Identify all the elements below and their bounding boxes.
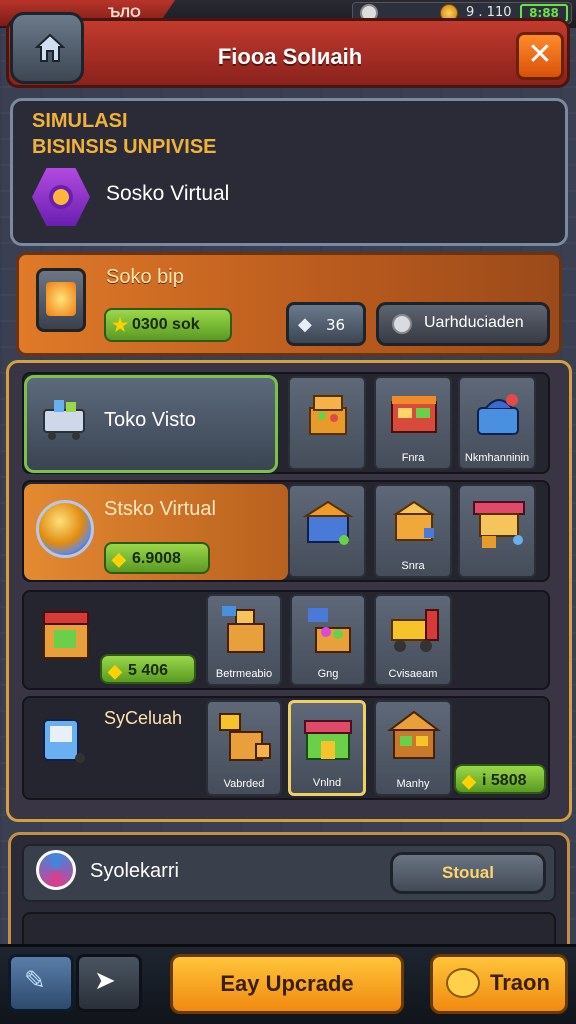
business-card-label: Vabrded xyxy=(223,778,265,790)
gem-icon: ◆ xyxy=(462,771,476,791)
business-card-label: Betrmeabio xyxy=(215,668,273,680)
star-burst-icon xyxy=(446,968,480,998)
business-card-1-2[interactable]: Fnra xyxy=(374,376,452,470)
business-card-label: Fnra xyxy=(401,452,425,464)
gem-icon: ◆ xyxy=(108,661,122,681)
gem-icon: ◆ xyxy=(112,549,126,569)
cart-icon xyxy=(43,400,85,440)
close-button[interactable]: ✕ xyxy=(516,32,564,80)
upgrade-label: Uarhduciaden xyxy=(424,314,524,331)
row4-coins-value: i 5808 xyxy=(482,772,527,789)
green-shop-icon xyxy=(304,720,352,760)
crate-icon xyxy=(309,395,347,435)
business-card-2-1[interactable] xyxy=(288,484,366,578)
virtual-coins-value: 6.9008 xyxy=(132,550,181,567)
feature-label-sy: SyCeluah xyxy=(104,708,183,728)
hexagon-core xyxy=(49,185,73,209)
easy-upgrade-button[interactable]: Eay Upcrade xyxy=(170,954,404,1014)
row3-coins-value: 5 406 xyxy=(128,662,169,679)
box-shop-icon xyxy=(392,500,436,541)
hammer-icon: ✎ xyxy=(24,966,46,996)
star-icon: ★ xyxy=(112,315,129,335)
business-card-label: Vnlnd xyxy=(312,777,342,789)
blue-shop-icon xyxy=(302,500,354,545)
business-card-label: Nkmhanninin xyxy=(464,452,530,464)
stacked-boxes-icon xyxy=(219,713,271,761)
intro-heading-line1: SIMULASI xyxy=(32,110,128,132)
intro-business-name: Sosko Virtual xyxy=(106,182,230,205)
business-card-4-1[interactable]: Vabrded xyxy=(206,700,282,796)
market-stall-icon xyxy=(391,396,437,433)
business-card-4-2[interactable]: Vnlnd xyxy=(288,700,366,796)
machine-icon xyxy=(477,394,519,435)
home-icon xyxy=(35,33,65,62)
business-card-2-3[interactable] xyxy=(458,484,536,578)
business-card-label: Snra xyxy=(401,560,425,572)
business-card-4-3[interactable]: Manhy xyxy=(374,700,452,796)
page-title: Fіооа Sоlиаіh xyxy=(217,44,363,69)
swirl-icon xyxy=(36,850,76,890)
row4-coins-badge: ◆ i 5808 xyxy=(454,764,546,794)
flag-crate-icon xyxy=(308,608,351,653)
upgrade-icon xyxy=(392,314,412,334)
atm-icon xyxy=(43,719,85,763)
business-card-label: Manhy xyxy=(396,778,430,790)
shop-coins-badge: ★ 0300 sok xyxy=(104,308,232,342)
bottom-action-button[interactable]: Stoual xyxy=(390,852,546,894)
arrow-icon: ➤ xyxy=(94,966,116,996)
row3-coins-badge: ◆ 5 406 xyxy=(100,654,196,684)
business-card-3-2[interactable]: Gng xyxy=(290,594,366,686)
business-card-3-1[interactable]: Betrmeabio xyxy=(206,594,282,686)
red-shop-icon xyxy=(43,611,89,659)
gem-icon: ◆ xyxy=(298,314,312,335)
business-card-3-3[interactable]: Cvisaeam xyxy=(374,594,452,686)
feature-label-virtual: Stsko Virtual xyxy=(104,498,216,520)
shop-name: Soko bip xyxy=(106,266,184,288)
orb-icon xyxy=(36,500,94,558)
shop-coins-value: 0300 sok xyxy=(132,316,200,333)
bottom-label: Syolekarri xyxy=(90,860,179,882)
gem-value: 36 xyxy=(326,316,346,334)
intro-heading-line2: BISINSIS UNPIVISE xyxy=(32,136,217,158)
vending-machine-screen xyxy=(46,282,76,316)
awning-stall-icon xyxy=(473,501,525,548)
boxes-icon xyxy=(222,606,265,653)
business-card-label: Gng xyxy=(317,668,339,680)
business-card-1-3[interactable]: Nkmhanninin xyxy=(458,376,536,470)
virtual-coins-badge: ◆ 6.9008 xyxy=(104,542,210,574)
business-card-2-2[interactable]: Snra xyxy=(374,484,452,578)
forklift-icon xyxy=(391,609,439,652)
train-label: Traon xyxy=(490,970,550,995)
warehouse-icon xyxy=(387,710,441,759)
feature-label-toko: Toko Visto xyxy=(104,409,196,431)
business-card-1-1[interactable] xyxy=(288,376,366,470)
business-card-label: Cvisaeam xyxy=(388,668,438,680)
home-button[interactable] xyxy=(10,12,84,84)
